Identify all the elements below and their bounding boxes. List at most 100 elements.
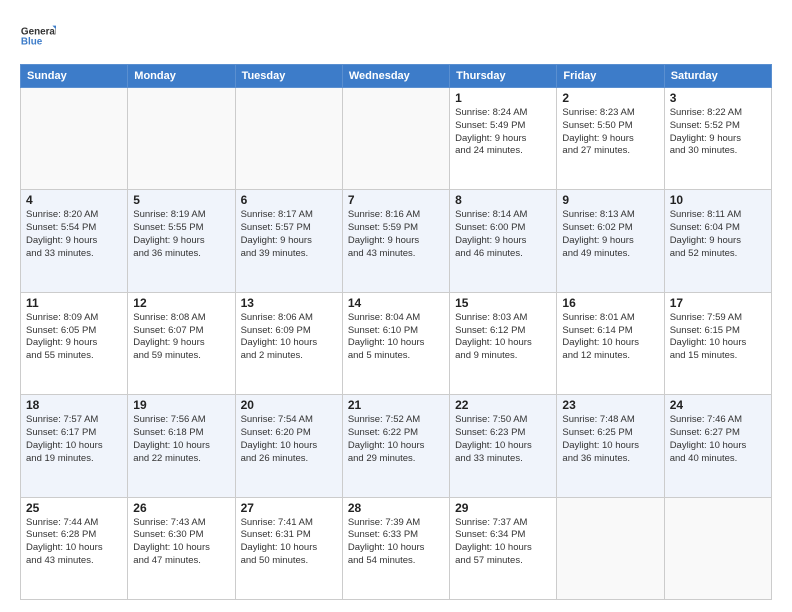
calendar-cell xyxy=(128,88,235,190)
calendar-cell: 18Sunrise: 7:57 AMSunset: 6:17 PMDayligh… xyxy=(21,395,128,497)
day-number: 5 xyxy=(133,193,229,207)
day-number: 23 xyxy=(562,398,658,412)
day-info: Sunrise: 8:11 AMSunset: 6:04 PMDaylight:… xyxy=(670,209,766,260)
calendar-cell: 29 Sunrise: 7:37 AMSunset: 6:34 PMDayligh… xyxy=(450,497,557,599)
calendar-cell: 17 Sunrise: 7:59 AMSunset: 6:15 PMDayligh… xyxy=(664,292,771,394)
day-number: 29 xyxy=(455,501,551,515)
day-number: 9 xyxy=(562,193,658,207)
day-info: Sunrise: 7:37 AMSunset: 6:34 PMDaylight:… xyxy=(455,517,551,568)
day-info: Sunrise: 8:19 AMSunset: 5:55 PMDaylight:… xyxy=(133,209,229,260)
svg-text:Blue: Blue xyxy=(21,37,43,48)
logo-svg: General Blue xyxy=(20,18,56,54)
day-number: 17 xyxy=(670,296,766,310)
weekday-header-thursday: Thursday xyxy=(450,65,557,88)
day-number: 25 xyxy=(26,501,122,515)
day-number: 1 xyxy=(455,91,551,105)
weekday-header-wednesday: Wednesday xyxy=(342,65,449,88)
weekday-header-sunday: Sunday xyxy=(21,65,128,88)
day-number: 10 xyxy=(670,193,766,207)
calendar-table: SundayMondayTuesdayWednesdayThursdayFrid… xyxy=(20,64,772,600)
calendar-cell: 4 Sunrise: 8:20 AMSunset: 5:54 PMDaylight… xyxy=(21,190,128,292)
day-number: 21 xyxy=(348,398,444,412)
day-number: 12 xyxy=(133,296,229,310)
day-number: 20 xyxy=(241,398,337,412)
day-info: Sunrise: 8:24 AMSunset: 5:49 PMDaylight:… xyxy=(455,107,551,158)
day-info: Sunrise: 7:54 AMSunset: 6:20 PMDaylight:… xyxy=(241,414,337,465)
day-info: Sunrise: 8:20 AMSunset: 5:54 PMDaylight:… xyxy=(26,209,122,260)
calendar-cell: 11 Sunrise: 8:09 AMSunset: 6:05 PMDayligh… xyxy=(21,292,128,394)
calendar-cell: 5 Sunrise: 8:19 AMSunset: 5:55 PMDaylight… xyxy=(128,190,235,292)
day-info: Sunrise: 8:17 AMSunset: 5:57 PMDaylight:… xyxy=(241,209,337,260)
day-info: Sunrise: 7:44 AMSunset: 6:28 PMDaylight:… xyxy=(26,517,122,568)
day-info: Sunrise: 7:52 AMSunset: 6:22 PMDaylight:… xyxy=(348,414,444,465)
weekday-header-friday: Friday xyxy=(557,65,664,88)
day-number: 14 xyxy=(348,296,444,310)
day-number: 15 xyxy=(455,296,551,310)
calendar-cell: 20 Sunrise: 7:54 AMSunset: 6:20 PMDayligh… xyxy=(235,395,342,497)
calendar-cell: 21 Sunrise: 7:52 AMSunset: 6:22 PMDayligh… xyxy=(342,395,449,497)
day-info: Sunrise: 7:39 AMSunset: 6:33 PMDaylight:… xyxy=(348,517,444,568)
calendar-week-row: 11 Sunrise: 8:09 AMSunset: 6:05 PMDayligh… xyxy=(21,292,772,394)
header: General Blue xyxy=(20,18,772,54)
day-info: Sunrise: 7:56 AMSunset: 6:18 PMDaylight:… xyxy=(133,414,229,465)
day-info: Sunrise: 8:03 AMSunset: 6:12 PMDaylight:… xyxy=(455,312,551,363)
weekday-header-saturday: Saturday xyxy=(664,65,771,88)
calendar-cell xyxy=(557,497,664,599)
day-number: 11 xyxy=(26,296,122,310)
day-number: 19 xyxy=(133,398,229,412)
calendar-cell: 13 Sunrise: 8:06 AMSunset: 6:09 PMDayligh… xyxy=(235,292,342,394)
page: General Blue SundayMondayTuesdayWednesda… xyxy=(0,0,792,612)
day-number: 28 xyxy=(348,501,444,515)
day-number: 13 xyxy=(241,296,337,310)
day-info: Sunrise: 7:59 AMSunset: 6:15 PMDaylight:… xyxy=(670,312,766,363)
day-number: 7 xyxy=(348,193,444,207)
day-info: Sunrise: 7:41 AMSunset: 6:31 PMDaylight:… xyxy=(241,517,337,568)
calendar-cell: 27Sunrise: 7:41 AMSunset: 6:31 PMDayligh… xyxy=(235,497,342,599)
day-number: 18 xyxy=(26,398,122,412)
calendar-cell xyxy=(342,88,449,190)
day-info: Sunrise: 8:22 AMSunset: 5:52 PMDaylight:… xyxy=(670,107,766,158)
day-number: 4 xyxy=(26,193,122,207)
day-info: Sunrise: 8:13 AMSunset: 6:02 PMDaylight:… xyxy=(562,209,658,260)
day-number: 26 xyxy=(133,501,229,515)
calendar-cell: 22 Sunrise: 7:50 AMSunset: 6:23 PMDayligh… xyxy=(450,395,557,497)
calendar-cell: 19 Sunrise: 7:56 AMSunset: 6:18 PMDayligh… xyxy=(128,395,235,497)
day-info: Sunrise: 7:43 AMSunset: 6:30 PMDaylight:… xyxy=(133,517,229,568)
calendar-cell: 28 Sunrise: 7:39 AMSunset: 6:33 PMDayligh… xyxy=(342,497,449,599)
day-info: Sunrise: 8:08 AMSunset: 6:07 PMDaylight:… xyxy=(133,312,229,363)
calendar-week-row: 25 Sunrise: 7:44 AMSunset: 6:28 PMDayligh… xyxy=(21,497,772,599)
calendar-cell: 12 Sunrise: 8:08 AMSunset: 6:07 PMDayligh… xyxy=(128,292,235,394)
calendar-cell: 1 Sunrise: 8:24 AMSunset: 5:49 PMDaylight… xyxy=(450,88,557,190)
day-info: Sunrise: 7:50 AMSunset: 6:23 PMDaylight:… xyxy=(455,414,551,465)
calendar-cell: 15 Sunrise: 8:03 AMSunset: 6:12 PMDayligh… xyxy=(450,292,557,394)
day-info: Sunrise: 8:14 AMSunset: 6:00 PMDaylight:… xyxy=(455,209,551,260)
day-info: Sunrise: 7:48 AMSunset: 6:25 PMDaylight:… xyxy=(562,414,658,465)
day-number: 22 xyxy=(455,398,551,412)
day-number: 6 xyxy=(241,193,337,207)
calendar-cell: 24Sunrise: 7:46 AMSunset: 6:27 PMDayligh… xyxy=(664,395,771,497)
calendar-header-row: SundayMondayTuesdayWednesdayThursdayFrid… xyxy=(21,65,772,88)
day-info: Sunrise: 7:46 AMSunset: 6:27 PMDaylight:… xyxy=(670,414,766,465)
calendar-cell: 8 Sunrise: 8:14 AMSunset: 6:00 PMDaylight… xyxy=(450,190,557,292)
day-info: Sunrise: 8:06 AMSunset: 6:09 PMDaylight:… xyxy=(241,312,337,363)
day-info: Sunrise: 8:04 AMSunset: 6:10 PMDaylight:… xyxy=(348,312,444,363)
calendar-cell: 3 Sunrise: 8:22 AMSunset: 5:52 PMDaylight… xyxy=(664,88,771,190)
weekday-header-tuesday: Tuesday xyxy=(235,65,342,88)
calendar-cell: 10 Sunrise: 8:11 AMSunset: 6:04 PMDayligh… xyxy=(664,190,771,292)
day-number: 8 xyxy=(455,193,551,207)
day-number: 3 xyxy=(670,91,766,105)
calendar-week-row: 1 Sunrise: 8:24 AMSunset: 5:49 PMDaylight… xyxy=(21,88,772,190)
day-number: 2 xyxy=(562,91,658,105)
day-info: Sunrise: 8:01 AMSunset: 6:14 PMDaylight:… xyxy=(562,312,658,363)
calendar-cell: 26 Sunrise: 7:43 AMSunset: 6:30 PMDayligh… xyxy=(128,497,235,599)
calendar-cell: 25 Sunrise: 7:44 AMSunset: 6:28 PMDayligh… xyxy=(21,497,128,599)
calendar-week-row: 18Sunrise: 7:57 AMSunset: 6:17 PMDayligh… xyxy=(21,395,772,497)
calendar-cell: 23 Sunrise: 7:48 AMSunset: 6:25 PMDayligh… xyxy=(557,395,664,497)
day-info: Sunrise: 8:09 AMSunset: 6:05 PMDaylight:… xyxy=(26,312,122,363)
calendar-cell: 6 Sunrise: 8:17 AMSunset: 5:57 PMDaylight… xyxy=(235,190,342,292)
calendar-week-row: 4 Sunrise: 8:20 AMSunset: 5:54 PMDaylight… xyxy=(21,190,772,292)
calendar-cell xyxy=(235,88,342,190)
calendar-cell: 2Sunrise: 8:23 AMSunset: 5:50 PMDaylight… xyxy=(557,88,664,190)
calendar-cell: 7Sunrise: 8:16 AMSunset: 5:59 PMDaylight… xyxy=(342,190,449,292)
calendar-cell xyxy=(21,88,128,190)
